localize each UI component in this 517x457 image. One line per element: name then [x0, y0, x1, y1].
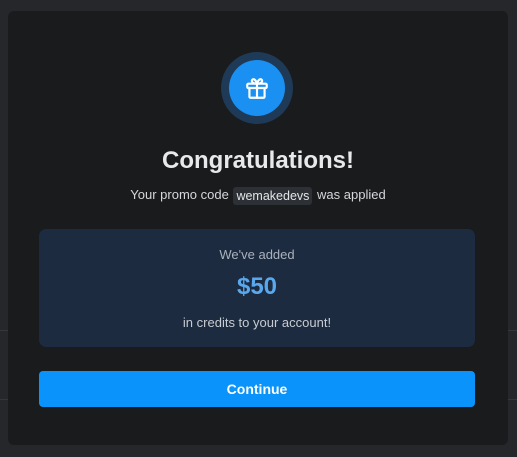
- modal-title: Congratulations!: [162, 147, 354, 174]
- credit-summary-card: We've added $50 in credits to your accou…: [39, 229, 475, 347]
- credit-amount: $50: [236, 273, 278, 300]
- gift-icon: [246, 78, 268, 99]
- promo-success-modal: Congratulations! Your promo code wemaked…: [8, 11, 508, 445]
- gift-icon-ring: [221, 52, 293, 124]
- credit-note-text: in credits to your account!: [182, 315, 332, 330]
- subtitle-suffix: was applied: [317, 187, 386, 202]
- gift-icon-badge: [229, 60, 285, 116]
- promo-code-badge: wemakedevs: [233, 186, 313, 205]
- promo-applied-message: Your promo code wemakedevs was applied: [8, 185, 508, 205]
- credit-intro-text: We've added: [219, 247, 295, 262]
- continue-button[interactable]: Continue: [39, 371, 475, 407]
- subtitle-prefix: Your promo code: [130, 187, 229, 202]
